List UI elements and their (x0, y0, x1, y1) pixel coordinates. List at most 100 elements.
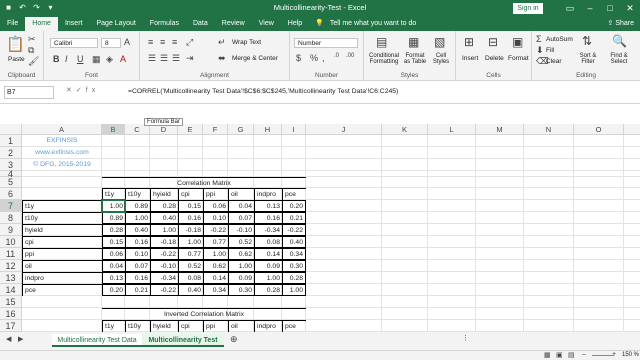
active-cell-selection[interactable] (101, 199, 126, 213)
merge-center-button[interactable]: Merge & Center (232, 55, 278, 62)
matrix-cell[interactable]: 0.10 (125, 248, 150, 260)
matrix-cell[interactable]: 0.28 (282, 272, 306, 284)
row-header-1[interactable]: 1 (0, 135, 22, 147)
cell-styles-icon[interactable]: ▧ (434, 35, 445, 49)
paste-icon[interactable]: 📋 (6, 35, 25, 53)
sort-filter-icon[interactable]: ⇅ (582, 34, 592, 48)
borders-icon[interactable]: ▦ (92, 54, 101, 65)
matrix-cell[interactable]: -0.10 (228, 224, 254, 236)
matrix-cell[interactable]: 0.07 (125, 260, 150, 272)
cell-styles-button[interactable]: Cell Styles (430, 53, 452, 65)
tab-help[interactable]: Help (281, 17, 309, 31)
matrix-row-label[interactable]: pce (22, 284, 102, 296)
conditional-formatting-icon[interactable]: ▤ (376, 35, 387, 49)
matrix-col-header[interactable]: hyield (150, 188, 178, 200)
tab-data[interactable]: Data (186, 17, 215, 31)
matrix-cell[interactable]: 0.40 (125, 224, 150, 236)
row-header-10[interactable]: 10 (0, 236, 22, 248)
matrix-col-header[interactable]: indpro (254, 188, 282, 200)
autosum-button[interactable]: AutoSum (546, 36, 573, 43)
matrix-cell[interactable]: -0.18 (150, 236, 178, 248)
matrix-row-label[interactable]: cpi (22, 236, 102, 248)
page-layout-view-icon[interactable]: ▣ (556, 351, 563, 359)
tab-page-layout[interactable]: Page Layout (89, 17, 142, 31)
matrix-cell[interactable]: 0.40 (178, 284, 203, 296)
ribbon-display-icon[interactable]: ▭ (560, 0, 580, 17)
row-header-8[interactable]: 8 (0, 212, 22, 224)
matrix-cell[interactable]: 0.28 (150, 200, 178, 212)
column-header-H[interactable]: H (254, 124, 282, 135)
row-header-16[interactable]: 16 (0, 308, 22, 320)
sheet-tab-test[interactable]: Multicollinearity Test (142, 334, 224, 347)
correlation-matrix-title[interactable]: Correlation Matrix (102, 177, 306, 188)
align-top-icon[interactable]: ≡ (148, 37, 153, 47)
matrix-cell[interactable]: 0.04 (228, 200, 254, 212)
delete-cells-button[interactable]: Delete (485, 55, 504, 62)
matrix-cell[interactable]: 0.21 (125, 284, 150, 296)
row-header-11[interactable]: 11 (0, 248, 22, 260)
zoom-slider[interactable] (592, 355, 614, 356)
comma-icon[interactable]: , (322, 53, 325, 63)
page-break-view-icon[interactable]: ▤ (568, 351, 575, 359)
matrix-row-label[interactable]: hyield (22, 224, 102, 236)
sheet-tab-data[interactable]: Multicollinearity Test Data (52, 334, 142, 347)
brand-url[interactable]: www.exfinsis.com (22, 147, 102, 159)
inverted-matrix-title[interactable]: Inverted Correlation Matrix (102, 308, 306, 320)
matrix-cell[interactable]: 0.62 (203, 260, 228, 272)
tab-review[interactable]: Review (215, 17, 252, 31)
matrix-cell[interactable]: -0.22 (150, 284, 178, 296)
tab-view[interactable]: View (252, 17, 281, 31)
tell-me-box[interactable]: Tell me what you want to do (330, 17, 416, 31)
matrix-cell[interactable]: 0.30 (228, 284, 254, 296)
matrix-cell[interactable]: 0.14 (254, 248, 282, 260)
matrix-cell[interactable]: 1.00 (150, 224, 178, 236)
matrix-cell[interactable]: 0.21 (282, 212, 306, 224)
inverted-col-header[interactable]: indpro (254, 320, 282, 332)
matrix-cell[interactable]: 0.15 (178, 200, 203, 212)
column-header-P[interactable]: P (624, 124, 640, 135)
new-sheet-icon[interactable]: ⊕ (230, 334, 238, 345)
align-center-icon[interactable]: ☰ (160, 53, 168, 64)
find-select-icon[interactable]: 🔍 (612, 34, 627, 48)
wrap-text-button[interactable]: Wrap Text (232, 39, 261, 46)
conditional-formatting-button[interactable]: Conditional Formatting (366, 53, 402, 65)
close-icon[interactable]: ✕ (620, 0, 640, 17)
align-bottom-icon[interactable]: ≡ (172, 37, 177, 47)
zoom-in-icon[interactable]: + (612, 351, 616, 358)
column-header-J[interactable]: J (306, 124, 382, 135)
decrease-decimal-icon[interactable]: .00 (346, 53, 354, 59)
matrix-cell[interactable]: 0.16 (125, 272, 150, 284)
column-header-M[interactable]: M (476, 124, 524, 135)
matrix-cell[interactable]: 0.52 (228, 236, 254, 248)
matrix-cell[interactable]: 0.16 (254, 212, 282, 224)
row-header-9[interactable]: 9 (0, 224, 22, 236)
matrix-cell[interactable]: 0.09 (254, 260, 282, 272)
zoom-level[interactable]: 150 % (622, 352, 639, 358)
enter-icon[interactable]: ✓ (76, 87, 86, 94)
matrix-cell[interactable]: 0.89 (102, 212, 125, 224)
matrix-cell[interactable]: 0.08 (178, 272, 203, 284)
matrix-cell[interactable]: 0.13 (102, 272, 125, 284)
matrix-cell[interactable]: 0.40 (150, 212, 178, 224)
column-header-A[interactable]: A (22, 124, 102, 135)
align-left-icon[interactable]: ☰ (148, 53, 156, 64)
matrix-cell[interactable]: 0.34 (203, 284, 228, 296)
matrix-cell[interactable]: 0.20 (102, 284, 125, 296)
matrix-cell[interactable]: 1.00 (125, 212, 150, 224)
font-size-select[interactable]: 8 (101, 38, 121, 48)
zoom-out-icon[interactable]: – (582, 351, 586, 358)
clear-button[interactable]: Clear (546, 58, 562, 65)
matrix-cell[interactable]: 0.04 (102, 260, 125, 272)
cut-icon[interactable]: ✂ (28, 34, 36, 45)
tab-formulas[interactable]: Formulas (143, 17, 186, 31)
paste-button[interactable]: Paste (8, 56, 25, 63)
format-as-table-button[interactable]: Format as Table (402, 53, 428, 65)
sort-filter-button[interactable]: Sort & Filter (576, 53, 600, 65)
matrix-cell[interactable]: 0.14 (203, 272, 228, 284)
worksheet-grid[interactable]: ABCDEFGHIJKLMNOP123456789101112131415161… (0, 124, 640, 332)
matrix-cell[interactable]: 0.77 (178, 248, 203, 260)
matrix-cell[interactable]: 0.08 (254, 236, 282, 248)
grow-font-icon[interactable]: A (124, 37, 130, 47)
matrix-cell[interactable]: 0.89 (125, 200, 150, 212)
matrix-cell[interactable]: 0.16 (125, 236, 150, 248)
